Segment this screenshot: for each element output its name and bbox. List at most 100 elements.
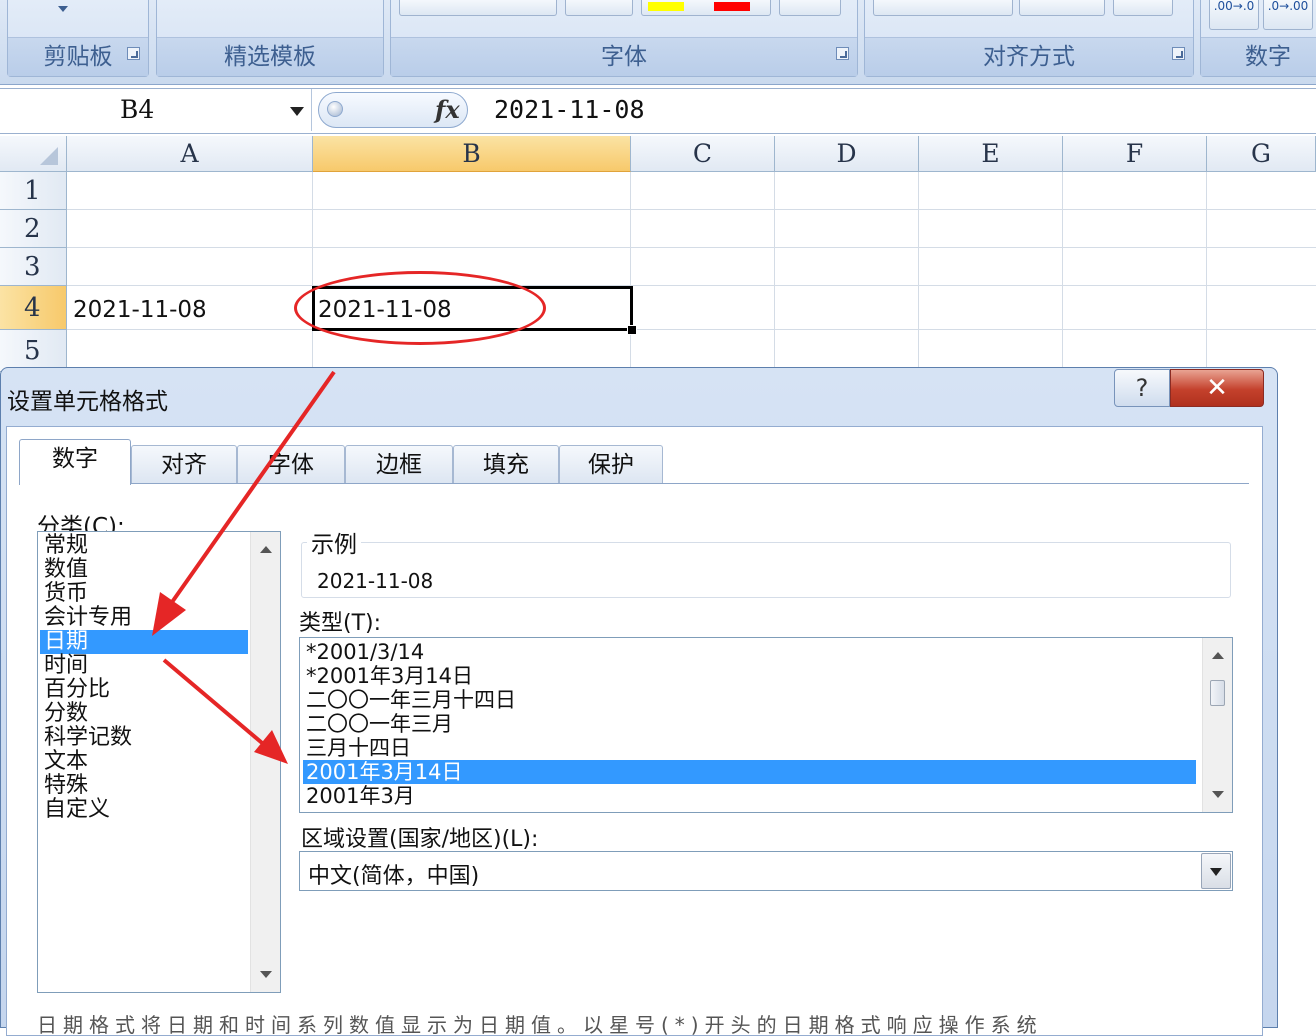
type-item[interactable]: 二〇〇一年三月十四日: [306, 688, 1194, 712]
tab-protection[interactable]: 保护: [559, 445, 663, 483]
row-header-3[interactable]: 3: [0, 248, 67, 286]
grid-line: [1062, 172, 1063, 372]
dialog-launcher-icon[interactable]: [127, 47, 140, 60]
row-header-1[interactable]: 1: [0, 172, 67, 210]
ribbon-group-number[interactable]: .00→.0 .0→.00 数字: [1200, 0, 1316, 77]
sample-value: 2021-11-08: [317, 569, 434, 593]
column-header-e[interactable]: E: [919, 136, 1063, 172]
tab-font[interactable]: 字体: [237, 445, 345, 483]
ribbon-dropdown-arrow-icon[interactable]: [58, 6, 68, 12]
close-button[interactable]: ✕: [1170, 369, 1264, 407]
sample-group: [301, 542, 1231, 598]
row-header-4[interactable]: 4: [0, 286, 67, 330]
scroll-up-icon[interactable]: [1212, 652, 1224, 659]
select-all-corner[interactable]: [0, 136, 67, 172]
grid-line: [1206, 172, 1207, 372]
type-list[interactable]: *2001/3/14 *2001年3月14日 二〇〇一年三月十四日 二〇〇一年三…: [299, 637, 1233, 813]
formula-input[interactable]: 2021-11-08: [494, 95, 645, 124]
category-item-time[interactable]: 时间: [44, 654, 244, 678]
grid-line: [630, 172, 631, 372]
row-header-2[interactable]: 2: [0, 210, 67, 248]
help-button[interactable]: ?: [1114, 369, 1170, 407]
scroll-thumb[interactable]: [1210, 680, 1225, 706]
category-item-general[interactable]: 常规: [44, 534, 244, 558]
category-item-fraction[interactable]: 分数: [44, 702, 244, 726]
category-item-text[interactable]: 文本: [44, 750, 244, 774]
scroll-down-icon[interactable]: [1212, 791, 1224, 798]
type-item[interactable]: 三月十四日: [306, 736, 1194, 760]
increase-decimal-button[interactable]: .0→.00: [1263, 0, 1313, 30]
name-box[interactable]: B4: [0, 89, 312, 131]
dialog-title: 设置单元格格式: [7, 389, 168, 415]
column-header-a[interactable]: A: [67, 136, 313, 172]
scroll-up-icon[interactable]: [260, 546, 272, 553]
ribbon-group-clipboard[interactable]: 剪贴板: [7, 0, 149, 77]
column-header-g[interactable]: G: [1207, 136, 1316, 172]
fill-color-button[interactable]: [641, 0, 771, 16]
category-item-accounting[interactable]: 会计专用: [44, 606, 244, 630]
locale-select[interactable]: 中文(简体，中国): [299, 851, 1233, 891]
ribbon-group-font[interactable]: 字体: [390, 0, 858, 77]
type-item[interactable]: 二〇〇一年三月: [306, 712, 1194, 736]
scroll-down-icon[interactable]: [260, 971, 272, 978]
dialog-launcher-icon[interactable]: [1172, 47, 1185, 60]
phonetic-button[interactable]: [779, 0, 841, 16]
grid-line: [918, 172, 919, 372]
category-item-date[interactable]: 日期: [40, 630, 248, 654]
increase-decimal-icon: .0→.00: [1267, 0, 1309, 13]
name-box-dropdown-icon[interactable]: [290, 107, 304, 116]
decrease-decimal-button[interactable]: .00→.0: [1209, 0, 1259, 30]
column-header-c[interactable]: C: [631, 136, 775, 172]
category-item-special[interactable]: 特殊: [44, 774, 244, 798]
fill-color-swatch-icon: [648, 2, 684, 11]
ribbon: 剪贴板 精选模板 字体 对齐方式 .00→.0 .0→.00 数字: [0, 0, 1316, 85]
splitter-knob-icon[interactable]: [327, 101, 343, 117]
locale-label: 区域设置(国家/地区)(L):: [301, 827, 539, 852]
type-scrollbar[interactable]: [1202, 638, 1232, 812]
dropdown-arrow-icon[interactable]: [1201, 853, 1231, 889]
category-item-currency[interactable]: 货币: [44, 582, 244, 606]
font-style-buttons[interactable]: [399, 0, 557, 16]
grid-line: [67, 247, 1316, 248]
dialog-body: 数字 对齐 字体 边框 填充 保护 分类(C): 常规 数值 货币 会计专用 日…: [6, 426, 1263, 1036]
locale-value: 中文(简体，中国): [308, 864, 480, 889]
fill-handle[interactable]: [627, 325, 637, 335]
tab-fill[interactable]: 填充: [453, 445, 559, 483]
tab-alignment[interactable]: 对齐: [131, 445, 237, 483]
type-item[interactable]: 2001年3月: [306, 784, 1194, 808]
formula-bar-splitter[interactable]: fx: [318, 92, 468, 128]
type-item-selected[interactable]: 2001年3月14日: [303, 760, 1196, 784]
ribbon-group-templates[interactable]: 精选模板: [156, 0, 384, 77]
column-header-d[interactable]: D: [775, 136, 919, 172]
column-header-f[interactable]: F: [1063, 136, 1207, 172]
type-item[interactable]: *2001/3/14: [306, 640, 1194, 664]
category-scrollbar[interactable]: [250, 532, 280, 992]
indent-buttons[interactable]: [1019, 0, 1105, 16]
ribbon-group-alignment[interactable]: 对齐方式: [864, 0, 1194, 77]
worksheet-grid[interactable]: A B C D E F G 1 2 3 4 5 2021-11-08 2021-…: [0, 136, 1316, 372]
ribbon-group-label: 数字: [1201, 37, 1316, 76]
cell-a4[interactable]: 2021-11-08: [73, 297, 207, 323]
annotation-circle: [294, 271, 546, 345]
category-list[interactable]: 常规 数值 货币 会计专用 日期 时间 百分比 分数 科学记数 文本 特殊 自定…: [37, 531, 281, 993]
tab-number[interactable]: 数字: [19, 439, 131, 485]
grid-line: [67, 329, 1316, 330]
insert-function-icon[interactable]: fx: [435, 95, 460, 124]
type-item[interactable]: *2001年3月14日: [306, 664, 1194, 688]
category-item-number[interactable]: 数值: [44, 558, 244, 582]
category-item-custom[interactable]: 自定义: [44, 798, 244, 822]
font-color-swatch-icon: [714, 2, 750, 11]
type-label: 类型(T):: [299, 611, 382, 636]
wrap-button[interactable]: [1113, 0, 1173, 16]
format-cells-dialog: 设置单元格格式 ? ✕ 数字 对齐 字体 边框 填充 保护 分类(C): 常规 …: [0, 367, 1278, 1036]
dialog-launcher-icon[interactable]: [836, 47, 849, 60]
row-header-5[interactable]: 5: [0, 330, 67, 372]
category-item-percentage[interactable]: 百分比: [44, 678, 244, 702]
name-box-value: B4: [120, 95, 155, 124]
column-header-b[interactable]: B: [313, 136, 631, 172]
alignment-buttons[interactable]: [873, 0, 1013, 16]
border-button[interactable]: [565, 0, 633, 16]
grid-line: [774, 172, 775, 372]
tab-border[interactable]: 边框: [345, 445, 453, 483]
category-item-scientific[interactable]: 科学记数: [44, 726, 244, 750]
